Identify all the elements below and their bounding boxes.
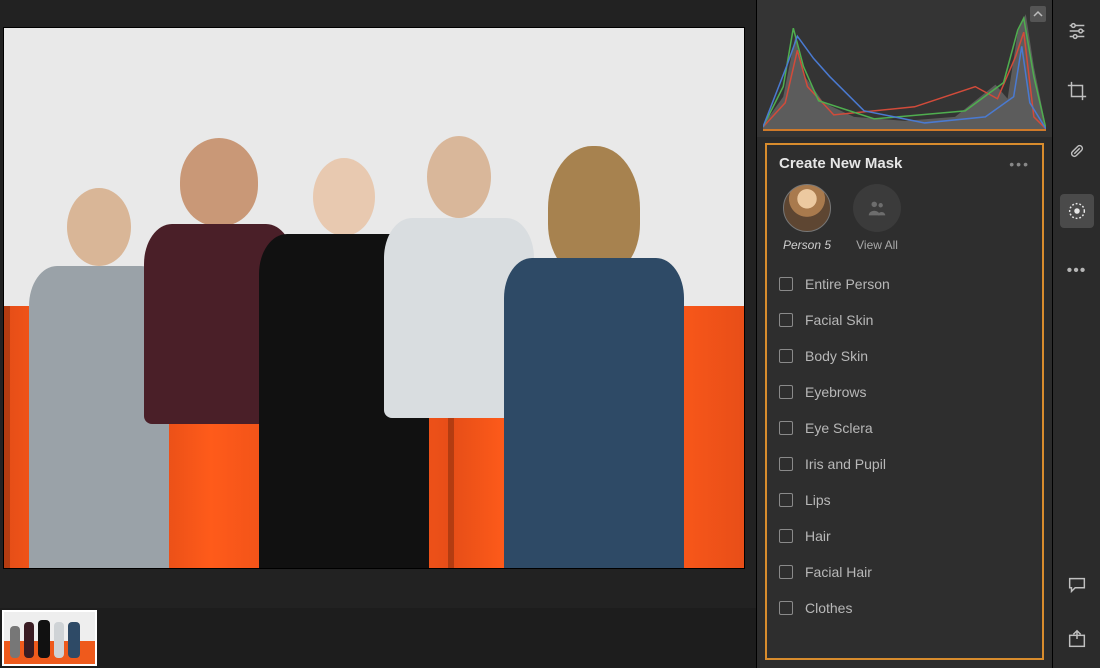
view-all-chip[interactable]: View All — [853, 184, 901, 252]
filmstrip-thumb[interactable] — [2, 610, 97, 666]
person-hair — [548, 146, 640, 276]
mask-option[interactable]: Clothes — [779, 590, 1030, 626]
checkbox[interactable] — [779, 457, 793, 471]
checkbox[interactable] — [779, 313, 793, 327]
comment-icon[interactable] — [1060, 568, 1094, 602]
mask-option-label: Iris and Pupil — [805, 456, 886, 472]
avatar — [783, 184, 831, 232]
mask-option[interactable]: Eyebrows — [779, 374, 1030, 410]
histogram[interactable] — [757, 0, 1052, 137]
image-canvas[interactable] — [4, 28, 744, 568]
mask-option[interactable]: Lips — [779, 482, 1030, 518]
mask-option[interactable]: Facial Hair — [779, 554, 1030, 590]
create-mask-panel: Create New Mask ••• Person 5 View All En… — [765, 143, 1044, 660]
masking-tool-icon[interactable] — [1060, 194, 1094, 228]
crop-tool-icon[interactable] — [1060, 74, 1094, 108]
panel-more-icon[interactable]: ••• — [1009, 156, 1030, 172]
checkbox[interactable] — [779, 385, 793, 399]
people-icon — [853, 184, 901, 232]
mask-option-label: Facial Skin — [805, 312, 873, 328]
person-figure — [504, 128, 684, 568]
mask-option[interactable]: Hair — [779, 518, 1030, 554]
histogram-collapse-button[interactable] — [1030, 6, 1046, 22]
person-chip-label: Person 5 — [783, 238, 831, 252]
checkbox[interactable] — [779, 529, 793, 543]
mask-option-label: Eyebrows — [805, 384, 866, 400]
mask-option[interactable]: Iris and Pupil — [779, 446, 1030, 482]
editor-main — [0, 0, 756, 668]
export-icon[interactable] — [1060, 622, 1094, 656]
tool-rail: ••• — [1052, 0, 1100, 668]
people-selector: Person 5 View All — [779, 184, 1030, 252]
mask-option[interactable]: Body Skin — [779, 338, 1030, 374]
mask-option[interactable]: Eye Sclera — [779, 410, 1030, 446]
histogram-plot — [763, 6, 1046, 131]
mask-option[interactable]: Entire Person — [779, 266, 1030, 302]
more-tools-icon[interactable]: ••• — [1060, 254, 1094, 288]
filmstrip[interactable] — [0, 608, 756, 668]
view-all-label: View All — [856, 238, 898, 252]
mask-option-list: Entire Person Facial Skin Body Skin Eyeb… — [779, 266, 1030, 626]
checkbox[interactable] — [779, 601, 793, 615]
checkbox[interactable] — [779, 277, 793, 291]
mask-option-label: Entire Person — [805, 276, 890, 292]
mask-option-label: Hair — [805, 528, 831, 544]
mask-option-label: Eye Sclera — [805, 420, 873, 436]
canvas-viewport[interactable] — [0, 0, 756, 608]
person-chip-selected[interactable]: Person 5 — [783, 184, 831, 252]
mask-option-label: Clothes — [805, 600, 852, 616]
checkbox[interactable] — [779, 349, 793, 363]
thumb-figure — [10, 626, 20, 658]
healing-tool-icon[interactable] — [1060, 134, 1094, 168]
right-panel: Create New Mask ••• Person 5 View All En… — [756, 0, 1052, 668]
mask-option-label: Lips — [805, 492, 831, 508]
edit-tool-icon[interactable] — [1060, 14, 1094, 48]
thumb-figure — [24, 622, 34, 658]
checkbox[interactable] — [779, 421, 793, 435]
thumb-figure — [68, 622, 80, 658]
thumb-figure — [54, 622, 64, 658]
mask-option[interactable]: Facial Skin — [779, 302, 1030, 338]
mask-option-label: Body Skin — [805, 348, 868, 364]
checkbox[interactable] — [779, 493, 793, 507]
mask-option-label: Facial Hair — [805, 564, 872, 580]
checkbox[interactable] — [779, 565, 793, 579]
thumb-figure — [38, 620, 50, 658]
panel-title: Create New Mask — [779, 155, 902, 172]
